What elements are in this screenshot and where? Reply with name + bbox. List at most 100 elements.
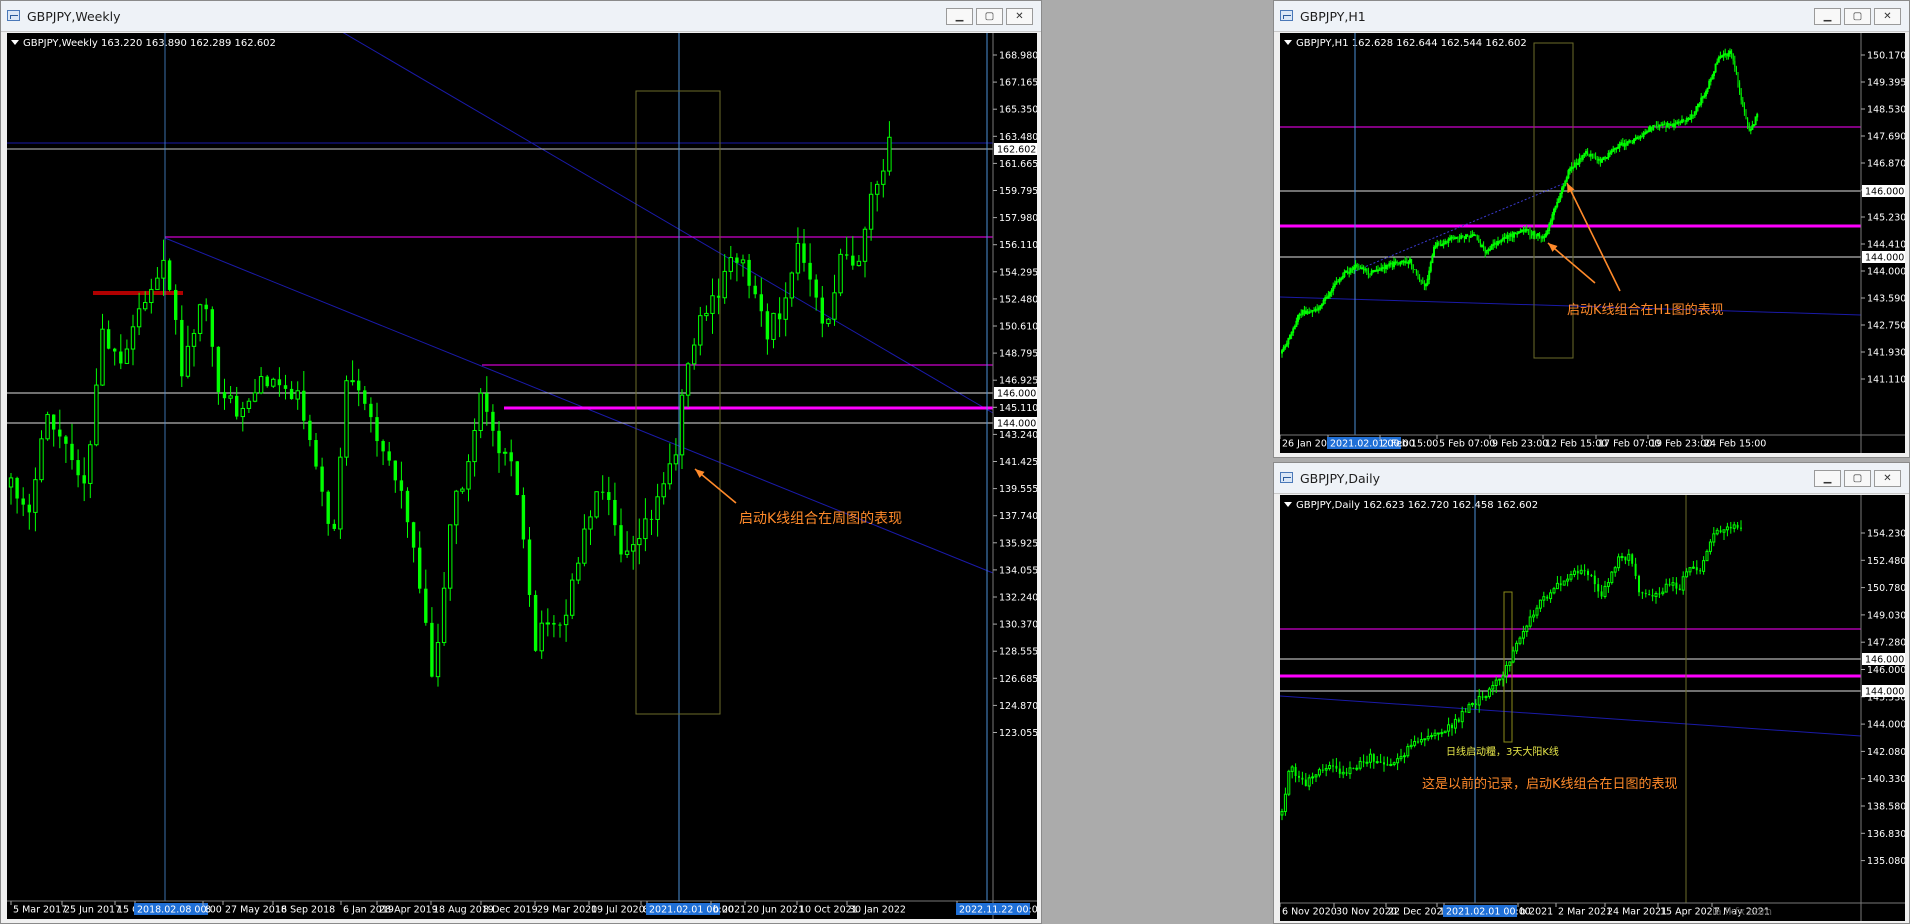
candle-body <box>1375 761 1379 764</box>
close-button[interactable]: ✕ <box>1874 8 1901 25</box>
candle-body <box>655 496 660 520</box>
maximize-button[interactable]: ▢ <box>1844 8 1871 25</box>
candle-body <box>1736 524 1739 528</box>
candle-body <box>320 466 324 492</box>
price-tag-label: 144.000 <box>997 419 1036 430</box>
candle-body <box>1599 159 1601 163</box>
candle-body <box>1353 266 1355 270</box>
candle-body <box>136 308 142 328</box>
candle-body <box>1549 592 1553 600</box>
candle-body <box>76 460 80 476</box>
candle-body <box>1290 331 1293 336</box>
candle-body <box>1396 262 1398 264</box>
close-button[interactable]: ✕ <box>1006 8 1033 25</box>
minimize-button[interactable]: ▁ <box>946 8 973 25</box>
candle-body <box>1441 244 1443 247</box>
candle-body <box>88 444 93 484</box>
minimize-button[interactable]: ▁ <box>1814 470 1841 487</box>
daily-chart-window[interactable]: GBPJPY,Daily ▁ ▢ ✕ GBPJPY,Daily 162.623 … <box>1273 462 1910 924</box>
maximize-button[interactable]: ▢ <box>976 8 1003 25</box>
candle-body <box>601 491 605 493</box>
candle-body <box>1747 118 1749 124</box>
candle-body <box>1516 232 1519 235</box>
x-tick-label: 2022.11.22 00:00 <box>959 905 1037 916</box>
candle-body <box>1739 82 1741 93</box>
candle-body <box>1367 271 1369 274</box>
candle-body <box>1431 255 1434 264</box>
x-tick-label: 24 Feb 15:00 <box>1704 439 1766 450</box>
candle-body <box>1379 761 1382 763</box>
h1-chart-canvas[interactable]: GBPJPY,H1 162.628 162.644 162.544 162.60… <box>1280 33 1905 453</box>
y-tick-label: 154.230 <box>1867 529 1905 540</box>
weekly-titlebar[interactable]: GBPJPY,Weekly ▁ ▢ ✕ <box>1 1 1041 32</box>
daily-chart-canvas[interactable]: GBPJPY,Daily 162.623 162.720 162.458 162… <box>1280 495 1905 921</box>
candle-body <box>1460 710 1464 723</box>
candle-body <box>1358 266 1360 268</box>
candle-body <box>667 463 672 485</box>
close-button[interactable]: ✕ <box>1874 470 1901 487</box>
candle-body <box>845 254 849 256</box>
weekly-chart-canvas[interactable]: GBPJPY,Weekly 163.220 163.890 162.289 16… <box>7 33 1037 919</box>
candle-body <box>1669 124 1672 127</box>
maximize-button[interactable]: ▢ <box>1844 470 1871 487</box>
candle-body <box>1338 768 1341 774</box>
candle-body <box>1406 746 1410 757</box>
candle-body <box>302 390 306 421</box>
candle-body <box>1543 235 1546 238</box>
candle-body <box>94 384 99 446</box>
candle-body <box>1465 234 1467 240</box>
x-tick-label: 19 Feb 23:00 <box>1650 439 1712 450</box>
candle-body <box>1289 334 1291 339</box>
y-tick-label: 136.830 <box>1867 829 1905 840</box>
candle-body <box>1452 237 1454 239</box>
candle-body <box>1651 126 1653 130</box>
candle-body <box>1545 233 1547 237</box>
candle-body <box>1528 616 1532 627</box>
candle-body <box>1562 580 1566 586</box>
candle-body <box>607 492 611 500</box>
candle-body <box>1489 248 1491 251</box>
candle-body <box>631 544 636 552</box>
candle-body <box>1735 66 1737 75</box>
candle-body <box>1576 571 1579 574</box>
candle-body <box>1332 285 1335 292</box>
candle-body <box>1485 249 1488 254</box>
candle-body <box>1492 243 1495 246</box>
minimize-button[interactable]: ▁ <box>1814 8 1841 25</box>
candle-body <box>1425 283 1427 287</box>
annotation-arrow <box>1547 242 1596 284</box>
candle-body <box>1565 177 1568 182</box>
h1-chart-window[interactable]: GBPJPY,H1 ▁ ▢ ✕ GBPJPY,H1 162.628 162.64… <box>1273 0 1910 458</box>
candle-body <box>1581 154 1584 160</box>
candle-body <box>1391 263 1393 267</box>
candle-body <box>1484 695 1488 699</box>
candle-body <box>1713 71 1715 77</box>
candle-body <box>1652 125 1655 131</box>
y-tick-label: 142.750 <box>1867 321 1905 332</box>
candle-body <box>533 594 538 651</box>
candle-body <box>1702 560 1706 572</box>
candle-body <box>1727 52 1730 57</box>
candle-body <box>1628 140 1631 143</box>
price-tag-label: 162.602 <box>997 145 1036 156</box>
candle-body <box>1450 236 1453 239</box>
candle-body <box>753 285 757 295</box>
candle-body <box>1540 236 1542 239</box>
candle-body <box>1580 158 1582 160</box>
candle-body <box>777 313 782 320</box>
weekly-chart-window[interactable]: GBPJPY,Weekly ▁ ▢ ✕ GBPJPY,Weekly 163.22… <box>0 0 1042 924</box>
weekly-plot: 168.980 167.165 165.350 163.480 161.665 159.7… <box>7 33 1037 919</box>
candle-body <box>1324 768 1328 771</box>
candle-body <box>1719 530 1722 533</box>
price-tag-label: 146.000 <box>1865 187 1904 198</box>
candle-body <box>1389 262 1392 265</box>
candle-body <box>1534 231 1536 236</box>
daily-titlebar[interactable]: GBPJPY,Daily ▁ ▢ ✕ <box>1274 463 1909 494</box>
y-tick-label: 148.795 <box>999 349 1037 360</box>
h1-titlebar[interactable]: GBPJPY,H1 ▁ ▢ ✕ <box>1274 1 1909 32</box>
candle-body <box>539 622 544 652</box>
candle-body <box>332 523 336 529</box>
candle-body <box>1407 261 1410 264</box>
y-tick-label: 124.870 <box>999 701 1037 712</box>
candle-body <box>1690 114 1693 119</box>
